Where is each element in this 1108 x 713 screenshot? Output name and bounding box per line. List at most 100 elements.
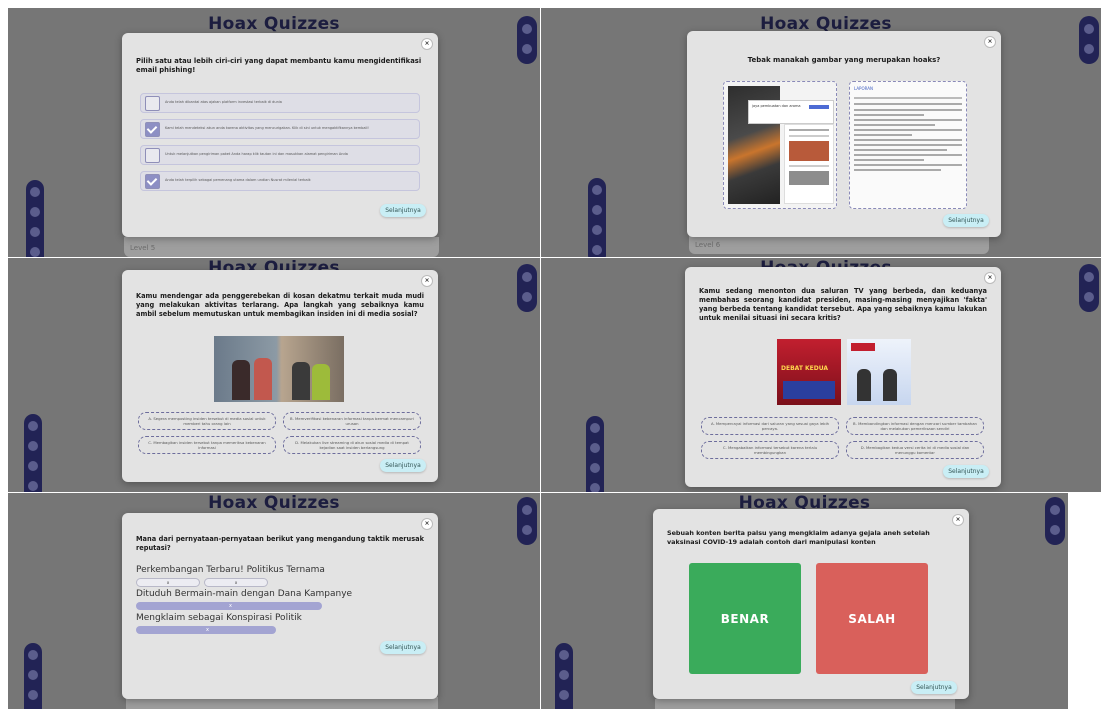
- next-button[interactable]: Selanjutnya: [911, 681, 957, 694]
- question-text: Kamu mendengar ada penggerebekan di kosa…: [136, 292, 424, 318]
- word-slot-1[interactable]: x: [136, 578, 200, 587]
- question-text: Mana dari pernyataan-pernyataan berikut …: [136, 535, 424, 552]
- answer-option-b[interactable]: B. Membandingkan informasi dengan mencar…: [846, 417, 984, 435]
- left-nav: [26, 180, 44, 257]
- hoax-image-left[interactable]: jaya pembuatan dan aroma: [723, 81, 837, 209]
- answer-option-a[interactable]: A. Segera memposting insiden tersebut di…: [138, 412, 276, 430]
- checkbox-option[interactable]: Untuk melanjutkan pengiriman paket Anda …: [140, 145, 420, 165]
- answer-option-c[interactable]: C. Mengabaikan informasi tersebut karena…: [701, 441, 839, 459]
- star-icon[interactable]: [30, 247, 40, 257]
- phrase-3: Mengklaim sebagai Konspirasi Politik: [136, 613, 302, 623]
- checkbox[interactable]: [145, 148, 160, 163]
- panel-hoax-image: Hoax Quizzes Level 6 × Tebak manakah gam…: [541, 8, 1101, 257]
- next-button[interactable]: Selanjutnya: [380, 459, 426, 472]
- right-nav: [1079, 264, 1099, 312]
- panel-benar-salah: Hoax Quizzes × Sebuah konten berita pals…: [541, 493, 1068, 709]
- car-icon[interactable]: [592, 205, 602, 215]
- car-icon[interactable]: [30, 207, 40, 217]
- scene-photo: [214, 336, 344, 402]
- person-icon[interactable]: [522, 24, 532, 34]
- next-button[interactable]: Selanjutnya: [380, 204, 426, 217]
- home-icon[interactable]: [30, 187, 40, 197]
- checkbox-option[interactable]: Kami telah mendeteksi akun anda karena a…: [140, 119, 420, 139]
- checkbox[interactable]: [145, 96, 160, 111]
- hoax-image-right[interactable]: LAPORAN: [849, 81, 967, 209]
- checkbox[interactable]: [145, 122, 160, 137]
- star-icon[interactable]: [28, 481, 38, 491]
- left-nav: [24, 414, 42, 492]
- phrase-bar-2[interactable]: x: [136, 602, 322, 610]
- post-button: [809, 105, 829, 109]
- left-nav: [588, 178, 606, 257]
- close-icon[interactable]: ×: [984, 36, 996, 48]
- panel-penggerebekan: Hoax Quizzes × Kamu mendengar ada pengge…: [8, 258, 540, 492]
- phrase-bar-3[interactable]: x: [136, 626, 276, 634]
- option-text: Kami telah mendeteksi akun anda karena a…: [165, 126, 369, 130]
- debate-poster-left: DEBAT KEDUA: [777, 339, 841, 405]
- answer-option-d[interactable]: D. Membagikan kedua versi cerita ini di …: [846, 441, 984, 459]
- person-icon[interactable]: [522, 505, 532, 515]
- checkbox-option[interactable]: Anda telah dibantai atas ajakan platform…: [140, 93, 420, 113]
- left-nav: [24, 643, 42, 709]
- answer-option-c[interactable]: C. Membagikan insiden tersebut tanpa mem…: [138, 436, 276, 454]
- left-nav: [555, 643, 573, 709]
- phrase-2: Dituduh Bermain-main dengan Dana Kampany…: [136, 589, 353, 599]
- next-button[interactable]: Selanjutnya: [943, 214, 989, 227]
- settings-icon[interactable]: [522, 292, 532, 302]
- person-icon[interactable]: [1050, 505, 1060, 515]
- person-icon[interactable]: [522, 272, 532, 282]
- false-button[interactable]: SALAH: [816, 563, 928, 674]
- app-title: Hoax Quizzes: [208, 14, 340, 34]
- home-icon[interactable]: [559, 650, 569, 660]
- list-icon[interactable]: [28, 690, 38, 700]
- right-nav: [517, 264, 537, 312]
- question-text: Kamu sedang menonton dua saluran TV yang…: [699, 287, 987, 322]
- close-icon[interactable]: ×: [952, 514, 964, 526]
- star-icon[interactable]: [590, 483, 600, 492]
- car-icon[interactable]: [590, 443, 600, 453]
- close-icon[interactable]: ×: [984, 272, 996, 284]
- post-body: [784, 124, 834, 204]
- home-icon[interactable]: [590, 423, 600, 433]
- checkbox[interactable]: [145, 174, 160, 189]
- panel-debat: Hoax Quizzes × Kamu sedang menonton dua …: [541, 258, 1101, 492]
- list-icon[interactable]: [590, 463, 600, 473]
- car-icon[interactable]: [28, 441, 38, 451]
- list-icon[interactable]: [559, 690, 569, 700]
- star-icon[interactable]: [592, 245, 602, 255]
- list-icon[interactable]: [28, 461, 38, 471]
- close-icon[interactable]: ×: [421, 38, 433, 50]
- settings-icon[interactable]: [522, 44, 532, 54]
- close-icon[interactable]: ×: [421, 275, 433, 287]
- level-bar: Level 6: [689, 234, 989, 254]
- settings-icon[interactable]: [1084, 44, 1094, 54]
- settings-icon[interactable]: [1050, 525, 1060, 535]
- settings-icon[interactable]: [522, 525, 532, 535]
- person-icon[interactable]: [1084, 272, 1094, 282]
- list-icon[interactable]: [592, 225, 602, 235]
- next-button[interactable]: Selanjutnya: [943, 465, 989, 478]
- answer-option-b[interactable]: B. Memverifikasi kebenaran informasi tan…: [283, 412, 421, 430]
- quiz-modal: × Mana dari pernyataan-pernyataan beriku…: [122, 513, 438, 699]
- answer-option-d[interactable]: D. Melakukan live streaming di akun sosi…: [283, 436, 421, 454]
- debate-poster-right: [847, 339, 911, 405]
- home-icon[interactable]: [28, 650, 38, 660]
- question-text: Sebuah konten berita palsu yang mengklai…: [667, 529, 930, 546]
- settings-icon[interactable]: [1084, 292, 1094, 302]
- next-button[interactable]: Selanjutnya: [380, 641, 426, 654]
- close-icon[interactable]: ×: [421, 518, 433, 530]
- car-icon[interactable]: [28, 670, 38, 680]
- car-icon[interactable]: [559, 670, 569, 680]
- checkbox-option[interactable]: Anda telah terpilih sebagai pemenang uta…: [140, 171, 420, 191]
- list-icon[interactable]: [30, 227, 40, 237]
- home-icon[interactable]: [28, 421, 38, 431]
- option-text: Anda telah terpilih sebagai pemenang uta…: [165, 178, 311, 182]
- true-button[interactable]: BENAR: [689, 563, 801, 674]
- person-icon[interactable]: [1084, 24, 1094, 34]
- panel-phishing: Hoax Quizzes Level 5 × Pilih satu atau l…: [8, 8, 540, 257]
- answer-option-a[interactable]: A. Mempercayai informasi dari saluran ya…: [701, 417, 839, 435]
- word-slot-2[interactable]: x: [204, 578, 268, 587]
- home-icon[interactable]: [592, 185, 602, 195]
- phrase-1: Perkembangan Terbaru! Politikus Ternama: [136, 565, 325, 575]
- level-bar: Level 5: [124, 237, 439, 257]
